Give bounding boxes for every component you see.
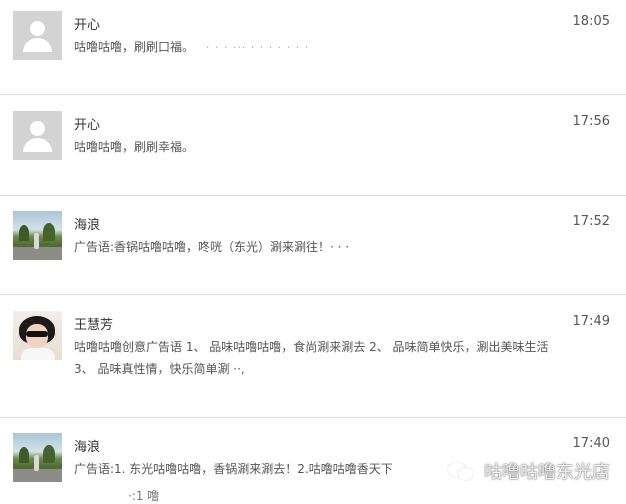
- sender-name: 海浪: [74, 218, 101, 233]
- list-item[interactable]: 开心 17:56 咕噜咕噜，刷刷幸福。: [0, 100, 626, 183]
- message-time: 18:05: [572, 14, 610, 29]
- message-time: 17:56: [572, 114, 610, 129]
- message-text: 广告语:香锅咕噜咕噜，咚咣（东光）涮来涮往！· · ·: [74, 240, 350, 254]
- avatar: [13, 311, 62, 360]
- list-item[interactable]: 开心 18:05 咕噜咕噜，刷刷口福。 · · · ··· · · · · · …: [0, 0, 626, 83]
- message-text: 咕噜咕噜，刷刷口福。 · · · ··· · · · · · · ·: [74, 36, 554, 59]
- divider: [0, 195, 626, 196]
- sender-name: 开心: [74, 18, 101, 33]
- sender-name: 海浪: [74, 440, 101, 455]
- sender-name: 开心: [74, 118, 101, 133]
- list-item[interactable]: 海浪 17:52 广告语:香锅咕噜咕噜，咚咣（东光）涮来涮往！· · ·: [0, 200, 626, 283]
- message-text: 咕噜咕噜创意广告语 1、 品味咕噜咕噜，食尚涮来涮去 2、 品味简单快乐，涮出美…: [74, 340, 549, 376]
- message-time: 17:40: [572, 436, 610, 451]
- divider: [0, 94, 626, 95]
- watermark-text: 咕噜咕噜东光店: [484, 462, 610, 483]
- divider: [0, 417, 626, 418]
- tail-text: ·:1 噜: [128, 489, 160, 503]
- avatar: [13, 11, 62, 60]
- chat-bubbles-icon: [448, 460, 476, 482]
- message-time: 17:52: [572, 214, 610, 229]
- noise-text: · · · ··· · · · · · · ·: [205, 41, 310, 54]
- list-item[interactable]: 王慧芳 17:49 咕噜咕噜创意广告语 1、 品味咕噜咕噜，食尚涮来涮去 2、 …: [0, 300, 626, 414]
- watermark: 咕噜咕噜东光店: [448, 458, 610, 484]
- message-time: 17:49: [572, 314, 610, 329]
- sender-name: 王慧芳: [74, 318, 114, 333]
- message-text: 咕噜咕噜，刷刷幸福。: [74, 140, 195, 154]
- avatar: [13, 211, 62, 260]
- avatar: [13, 111, 62, 160]
- avatar: [13, 433, 62, 482]
- divider: [0, 294, 626, 295]
